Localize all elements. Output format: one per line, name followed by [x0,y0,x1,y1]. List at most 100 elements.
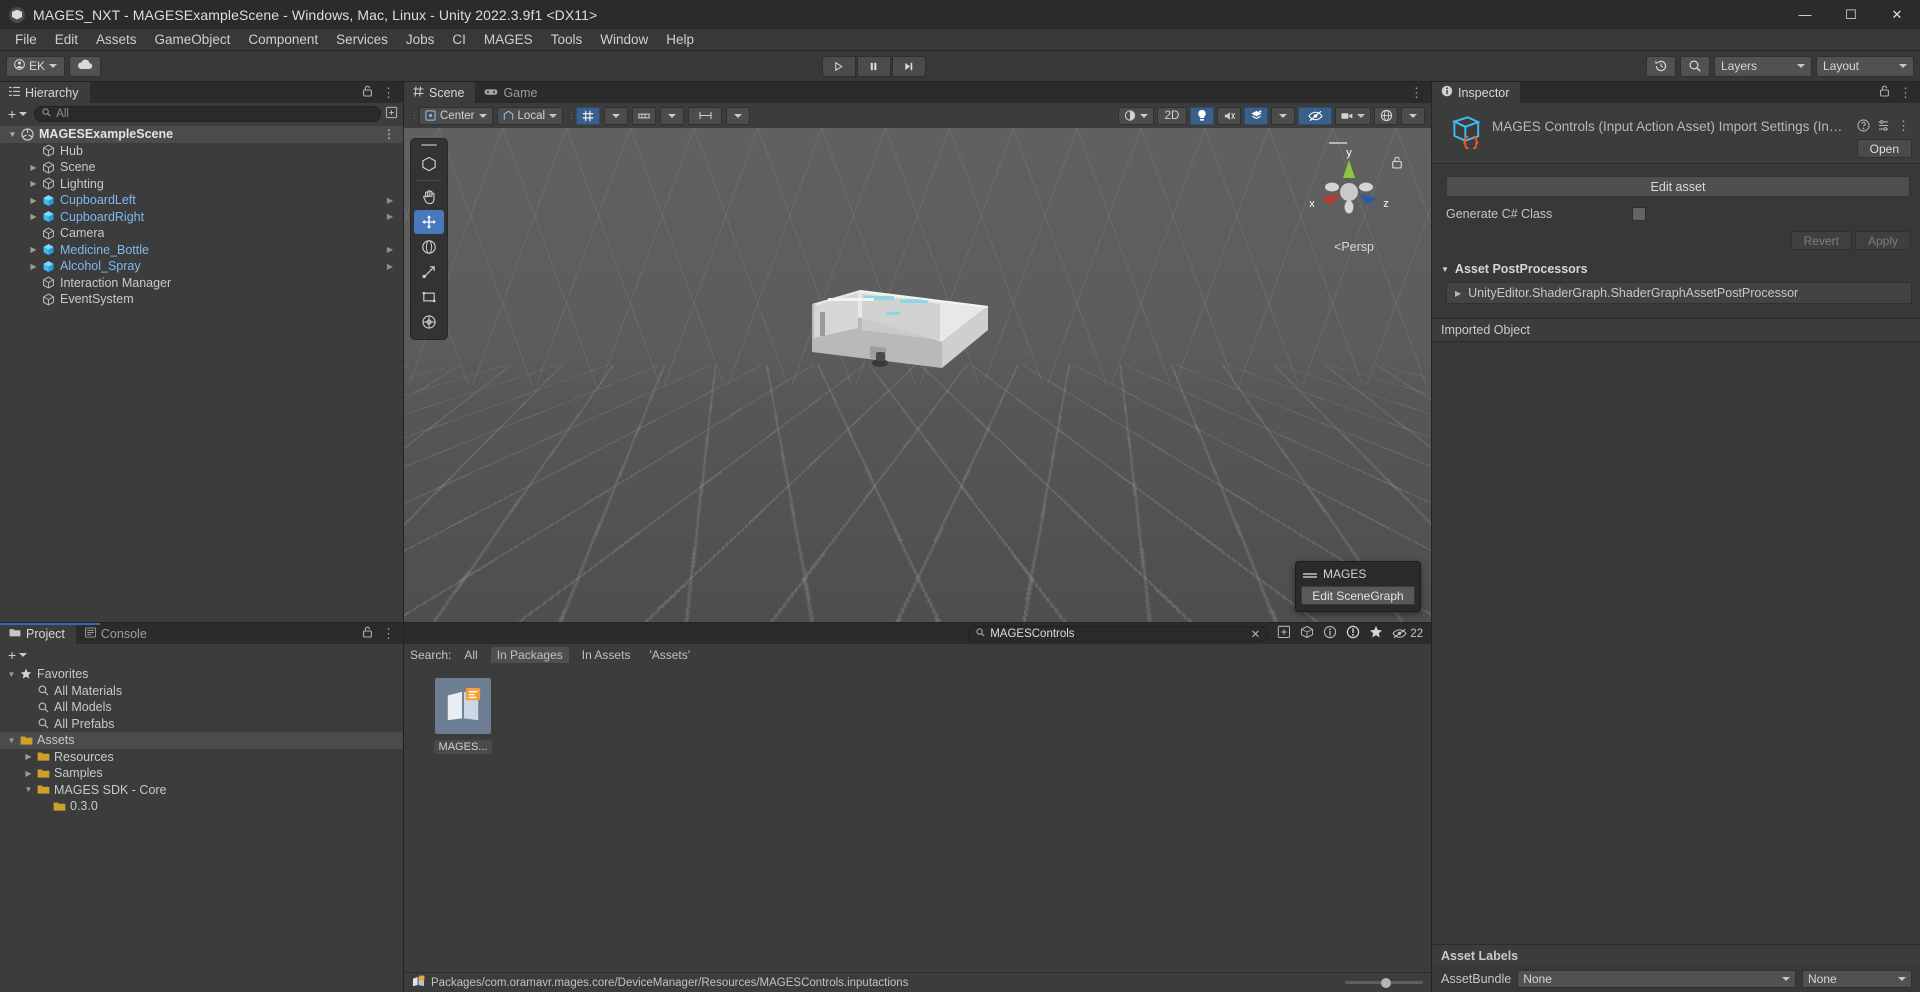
warning-badge-icon[interactable] [1346,625,1360,642]
chevron-down-icon[interactable]: ▼ [6,130,19,139]
menu-item-window[interactable]: Window [591,30,657,50]
chevron-right-icon[interactable]: ▶ [27,245,40,254]
gizmo-axes[interactable]: y x z [1303,144,1395,236]
hierarchy-kebab-icon[interactable]: ⋮ [382,86,395,99]
slider-knob[interactable] [1381,978,1391,988]
menu-item-jobs[interactable]: Jobs [397,30,444,50]
chevron-right-icon[interactable]: ▶ [22,752,35,761]
scene-viewport[interactable]: y x z <Persp [404,128,1431,622]
clear-icon[interactable]: ✕ [1251,627,1261,641]
filter-assets-folder[interactable]: 'Assets' [643,647,696,663]
scene-lighting-toggle[interactable] [1190,107,1214,125]
hierarchy-item-cupboardleft[interactable]: ▶ CupboardLeft ▶ [0,192,403,209]
close-button[interactable]: ✕ [1874,0,1920,29]
prefab-open-arrow-icon[interactable]: ▶ [387,196,393,205]
hierarchy-item-medicine-bottle[interactable]: ▶ Medicine_Bottle ▶ [0,242,403,259]
project-tree-item-mages-sdk-core[interactable]: ▼ MAGES SDK - Core [0,782,403,799]
hierarchy-item-interaction-manager[interactable]: Interaction Manager [0,275,403,292]
hierarchy-search-input[interactable]: All [34,106,381,122]
project-tree-item-version[interactable]: 0.3.0 [0,798,403,815]
move-tool-button[interactable] [414,210,444,234]
gizmos-dropdown[interactable] [1401,107,1425,125]
grid-snapping-toggle[interactable] [576,107,600,125]
scene-projection-label[interactable]: <Persp [1309,240,1399,254]
chevron-down-icon[interactable]: ▼ [22,785,35,794]
hierarchy-add-button[interactable]: + [5,106,30,122]
hierarchy-item-eventsystem[interactable]: EventSystem [0,291,403,308]
view-tool-button[interactable] [414,185,444,209]
pivot-mode-dropdown[interactable]: Center [419,107,493,125]
project-add-button[interactable]: + [5,647,30,663]
project-tree-item-assets[interactable]: ▼ Assets [0,732,403,749]
scene-visibility-toggle[interactable] [1298,107,1332,125]
pivot-rotation-dropdown[interactable]: Local [497,107,564,125]
hierarchy-item-cupboardright[interactable]: ▶ CupboardRight ▶ [0,209,403,226]
chevron-right-icon[interactable]: ▶ [27,179,40,188]
menu-item-assets[interactable]: Assets [87,30,146,50]
gizmo-lock-icon[interactable] [1391,156,1403,172]
apply-button[interactable]: Apply [1855,231,1911,250]
tab-scene[interactable]: Scene [404,82,475,103]
hierarchy-item-camera[interactable]: Camera [0,225,403,242]
chevron-down-icon[interactable]: ▼ [1441,265,1449,274]
prefab-open-arrow-icon[interactable]: ▶ [387,212,393,221]
pause-button[interactable] [857,56,891,77]
2d-toggle[interactable]: 2D [1157,107,1187,125]
gizmos-toggle[interactable] [1374,107,1398,125]
hierarchy-focus-icon[interactable] [385,106,398,122]
transform-combined-tool-button[interactable] [414,310,444,334]
rect-tool-button[interactable] [414,285,444,309]
edit-scenegraph-button[interactable]: Edit SceneGraph [1301,586,1415,605]
hierarchy-item-lighting[interactable]: ▶ Lighting [0,176,403,193]
project-tree-item-all-models[interactable]: All Models [0,699,403,716]
project-tree[interactable]: ▼ Favorites All Materials [0,666,403,992]
menu-item-services[interactable]: Services [327,30,397,50]
assetbundle-dropdown[interactable]: None [1517,970,1796,988]
project-tree-item-all-prefabs[interactable]: All Prefabs [0,716,403,733]
snap-increment-dropdown[interactable] [660,107,684,125]
chevron-right-icon[interactable]: ▶ [27,262,40,271]
hierarchy-item-alcohol-spray[interactable]: ▶ Alcohol_Spray ▶ [0,258,403,275]
search-save-icon[interactable] [1277,625,1291,642]
transform-tool-button[interactable] [414,152,444,176]
lock-icon[interactable] [362,85,373,100]
account-button[interactable]: EK [6,56,65,77]
project-kebab-icon[interactable]: ⋮ [382,627,395,640]
favorite-icon[interactable] [1369,625,1383,642]
menu-item-help[interactable]: Help [657,30,703,50]
edit-asset-button[interactable]: Edit asset [1446,176,1910,197]
asset-postprocessors-section[interactable]: ▼ Asset PostProcessors [1432,250,1920,280]
scene-orientation-gizmo[interactable]: y x z <Persp [1303,144,1395,236]
minimize-button[interactable]: — [1782,0,1828,29]
filter-in-assets[interactable]: In Assets [576,647,637,663]
chevron-right-icon[interactable]: ▶ [27,163,40,172]
chevron-down-icon[interactable]: ▼ [5,736,18,745]
help-icon[interactable] [1857,119,1870,135]
scene-camera-dropdown[interactable] [1335,107,1371,125]
cloud-button[interactable] [69,56,101,77]
hierarchy-tree[interactable]: ▼ MAGESExampleScene ⋮ Hub [0,125,403,622]
project-tree-item-favorites[interactable]: ▼ Favorites [0,666,403,683]
toolbar-grip[interactable]: ⋮⋮ [410,108,415,123]
postprocessor-item[interactable]: ▶ UnityEditor.ShaderGraph.ShaderGraphAss… [1446,282,1912,304]
project-tree-item-all-materials[interactable]: All Materials [0,683,403,700]
play-button[interactable] [822,56,856,77]
tab-console[interactable]: Console [76,623,158,644]
menu-item-edit[interactable]: Edit [46,30,87,50]
hierarchy-item-scene[interactable]: ▶ Scene [0,159,403,176]
toolbar-grip[interactable]: ⋮⋮ [567,108,572,123]
menu-item-tools[interactable]: Tools [542,30,592,50]
scene-audio-toggle[interactable] [1217,107,1241,125]
grid-snapping-dropdown[interactable] [604,107,628,125]
rotate-tool-button[interactable] [414,235,444,259]
scene-room-model[interactable] [800,268,1000,378]
scene-effects-dropdown[interactable] [1271,107,1295,125]
package-filter-icon[interactable] [1300,625,1314,642]
tab-inspector[interactable]: Inspector [1432,82,1520,103]
scene-kebab-icon[interactable]: ⋮ [1410,86,1423,99]
tab-project[interactable]: Project [0,623,76,644]
filter-all[interactable]: All [458,647,483,663]
menu-item-mages[interactable]: MAGES [475,30,542,50]
open-button[interactable]: Open [1857,139,1912,158]
maximize-button[interactable]: ☐ [1828,0,1874,29]
